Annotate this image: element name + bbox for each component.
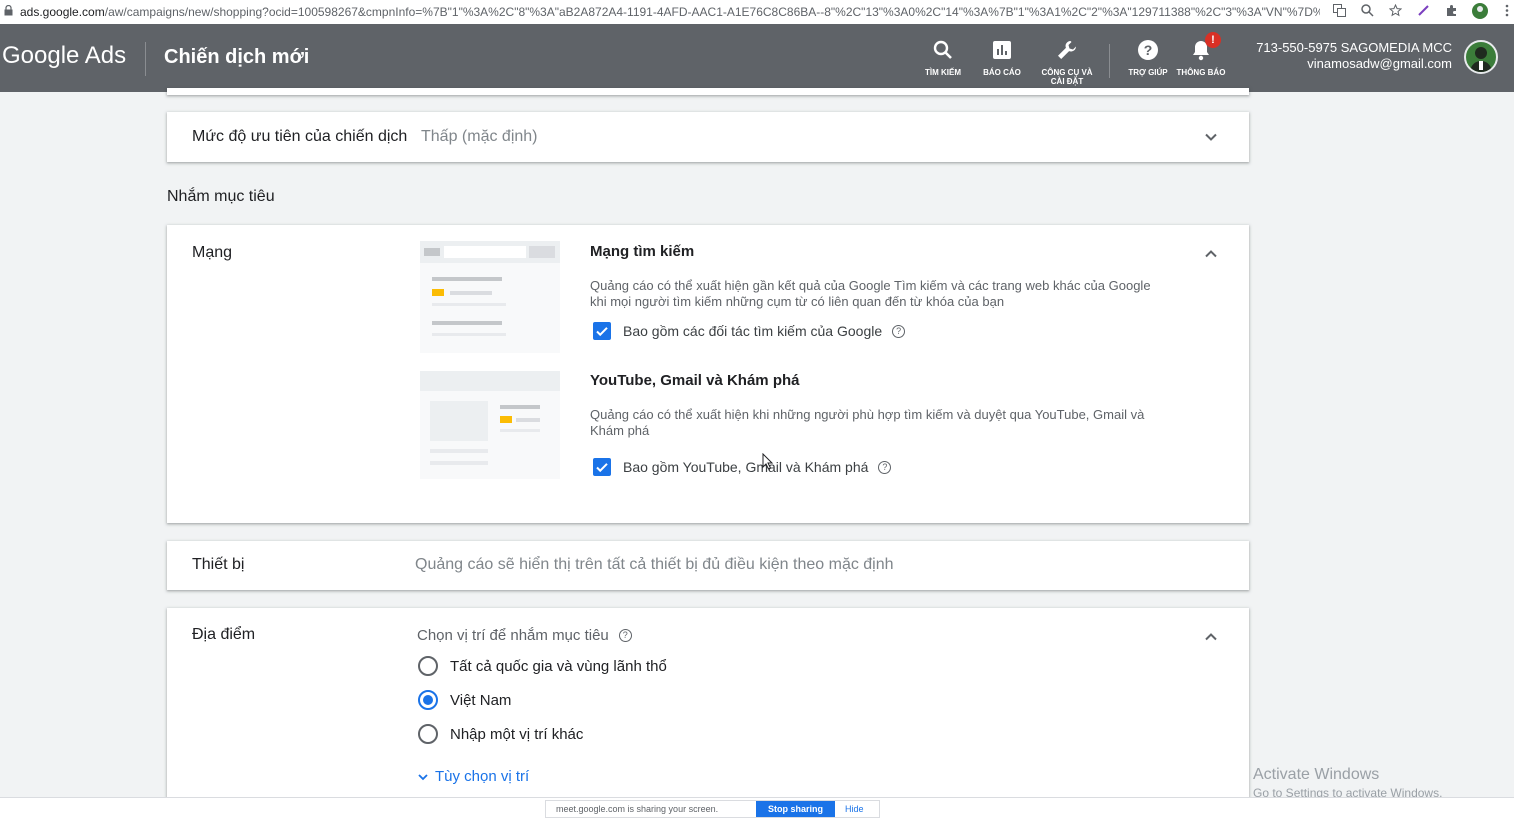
radio-button[interactable]: [418, 724, 438, 744]
display-network-title: YouTube, Gmail và Khám phá: [590, 372, 800, 389]
search-network-title: Mạng tìm kiếm: [590, 243, 695, 260]
help-circle-icon[interactable]: ?: [878, 460, 892, 474]
chevron-down-icon[interactable]: [1203, 129, 1219, 145]
chevron-up-icon[interactable]: [1203, 629, 1219, 645]
radio-button-selected[interactable]: [418, 690, 438, 710]
help-circle-icon[interactable]: ?: [618, 629, 632, 642]
location-option-all[interactable]: Tất cả quốc gia và vùng lãnh thổ: [418, 656, 667, 676]
checkmark-icon: [596, 463, 608, 473]
watermark-line1: Activate Windows: [1253, 766, 1380, 783]
nav-reports-button[interactable]: BÁO CÁO: [970, 38, 1034, 77]
windows-activation-watermark: Activate Windows Go to Settings to activ…: [1253, 766, 1442, 800]
priority-value: Thấp (mặc định): [421, 128, 538, 145]
campaign-priority-row[interactable]: Mức độ ưu tiên của chiến dịch Thấp (mặc …: [167, 112, 1249, 162]
nav-tools-button[interactable]: CÔNG CỤ VÀ CÀI ĐẶT: [1035, 38, 1099, 86]
locations-prompt-text: Chọn vị trí để nhắm mục tiêu: [417, 627, 609, 644]
search-partners-option[interactable]: Bao gồm các đối tác tìm kiếm của Google …: [593, 322, 906, 340]
networks-label: Mạng: [192, 244, 233, 261]
header-divider: [145, 42, 146, 76]
profile-icon[interactable]: [1472, 2, 1488, 22]
devices-row[interactable]: Thiết bị Quảng cáo sẽ hiển thị trên tất …: [167, 541, 1249, 590]
translate-icon[interactable]: [1332, 4, 1346, 20]
nav-search-label: TÌM KIẾM: [925, 68, 961, 77]
wrench-icon: [1035, 38, 1099, 62]
location-option-vietnam[interactable]: Việt Nam: [418, 690, 511, 710]
display-network-description: Quảng cáo có thể xuất hiện khi những ngư…: [590, 407, 1145, 438]
mouse-cursor-icon: [762, 453, 774, 470]
avatar[interactable]: [1464, 40, 1498, 74]
zoom-icon[interactable]: [1360, 4, 1374, 20]
display-network-label: Bao gồm YouTube, Gmail và Khám phá: [623, 459, 869, 475]
chevron-up-icon[interactable]: [1203, 246, 1219, 262]
nav-search-button[interactable]: TÌM KIẾM: [911, 38, 975, 77]
nav-notifications-button[interactable]: ! THÔNG BÁO: [1169, 32, 1233, 77]
radio-button[interactable]: [418, 656, 438, 676]
chevron-down-icon: [418, 773, 428, 780]
lock-icon: [4, 4, 16, 19]
browser-menu-icon[interactable]: [1500, 4, 1514, 20]
locations-card: Địa điểm Chọn vị trí để nhắm mục tiêu ? …: [167, 608, 1249, 808]
notification-badge: !: [1205, 32, 1221, 48]
screen-share-bar: meet.google.com is sharing your screen. …: [545, 800, 880, 818]
display-network-option[interactable]: Bao gồm YouTube, Gmail và Khám phá ?: [593, 458, 892, 476]
nav-tools-label: CÔNG CỤ VÀ CÀI ĐẶT: [1041, 68, 1093, 86]
hide-share-bar-button[interactable]: Hide: [845, 804, 864, 814]
stop-sharing-button[interactable]: Stop sharing: [756, 801, 836, 817]
location-option-label: Nhập một vị trí khác: [450, 725, 584, 743]
extensions-puzzle-icon[interactable]: [1444, 4, 1458, 20]
devices-value: Quảng cáo sẽ hiển thị trên tất cả thiết …: [415, 556, 894, 573]
location-options-link-text: Tùy chọn vị trí: [435, 768, 530, 785]
nav-reports-label: BÁO CÁO: [983, 68, 1021, 77]
checkmark-icon: [596, 327, 608, 337]
location-options-link[interactable]: Tùy chọn vị trí: [417, 768, 529, 785]
locations-label: Địa điểm: [192, 626, 256, 643]
devices-label: Thiết bị: [192, 556, 245, 573]
screen-share-message: meet.google.com is sharing your screen.: [556, 804, 719, 814]
svg-text:?: ?: [1144, 42, 1153, 58]
search-icon: [911, 38, 975, 62]
bar-chart-icon: [970, 38, 1034, 62]
bell-icon: !: [1169, 32, 1233, 62]
locations-prompt: Chọn vị trí để nhắm mục tiêu ?: [417, 627, 632, 644]
browser-address-bar[interactable]: ads.google.com/aw/campaigns/new/shopping…: [0, 0, 1514, 24]
location-option-other[interactable]: Nhập một vị trí khác: [418, 724, 583, 744]
location-option-label: Tất cả quốc gia và vùng lãnh thổ: [450, 657, 667, 675]
search-partners-label: Bao gồm các đối tác tìm kiếm của Google: [623, 323, 883, 339]
bookmark-star-icon[interactable]: [1388, 3, 1402, 20]
search-partners-checkbox[interactable]: [593, 322, 611, 340]
google-ads-logo[interactable]: Google Ads: [2, 42, 126, 70]
account-id: 713-550-5975 SAGOMEDIA MCC: [1256, 40, 1452, 55]
priority-label: Mức độ ưu tiên của chiến dịch: [192, 128, 408, 145]
previous-section-card: [167, 88, 1249, 95]
nav-divider: [1109, 44, 1110, 78]
app-header: Google Ads Chiến dịch mới TÌM KIẾM BÁO C…: [0, 24, 1514, 92]
page-title: Chiến dịch mới: [164, 46, 310, 68]
search-network-description: Quảng cáo có thể xuất hiện gần kết quả c…: [590, 278, 1151, 309]
account-email: vinamosadw@gmail.com: [1307, 56, 1452, 71]
display-network-checkbox[interactable]: [593, 458, 611, 476]
nav-notifications-label: THÔNG BÁO: [1176, 68, 1226, 77]
networks-card: Mạng Mạng tìm kiếm Quảng cáo có thể xuất…: [167, 225, 1249, 523]
targeting-heading: Nhắm mục tiêu: [167, 188, 275, 205]
search-network-illustration: [420, 241, 560, 353]
display-network-illustration: [420, 371, 560, 479]
url-text[interactable]: ads.google.com/aw/campaigns/new/shopping…: [20, 5, 1320, 19]
location-option-label: Việt Nam: [450, 691, 512, 709]
account-info[interactable]: 713-550-5975 SAGOMEDIA MCC vinamosadw@gm…: [1256, 40, 1452, 72]
help-circle-icon[interactable]: ?: [892, 324, 906, 338]
pen-extension-icon[interactable]: [1416, 4, 1430, 20]
